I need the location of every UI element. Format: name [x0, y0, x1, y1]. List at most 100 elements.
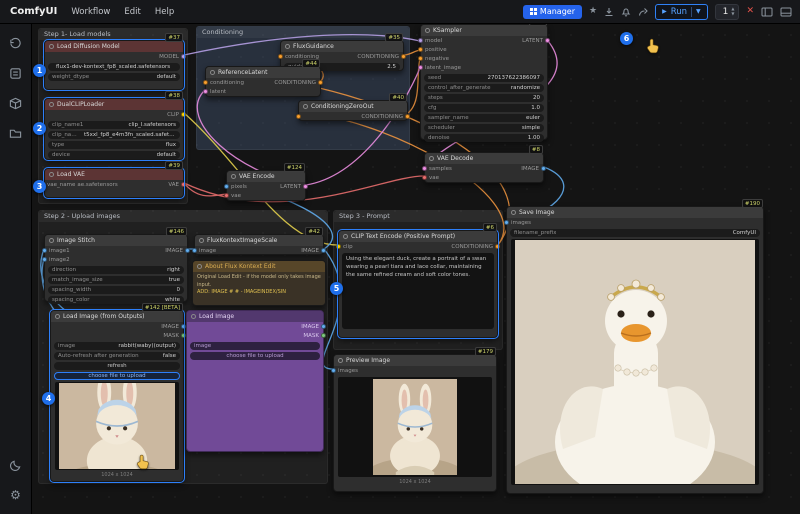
queue-history-icon[interactable] — [5, 32, 27, 54]
vae-input-pin[interactable] — [224, 193, 229, 198]
conditioning-input-pin[interactable] — [278, 54, 283, 59]
conditioning-output-pin[interactable] — [405, 114, 410, 119]
collapse-dot[interactable] — [49, 172, 54, 177]
node-library-folder-icon[interactable] — [5, 122, 27, 144]
batch-count-steppers[interactable]: ▲▼ — [731, 7, 734, 16]
clip-input-pin[interactable] — [336, 244, 341, 249]
collapse-dot[interactable] — [511, 210, 516, 215]
node-load-image-bypassed[interactable]: Load Image IMAGE MASK image choose file … — [186, 310, 324, 452]
node-canvas[interactable]: Step 1- Load models Conditioning Step 2 … — [32, 24, 800, 514]
toggle-panel-left-icon[interactable] — [761, 7, 773, 17]
denoise-widget[interactable]: denoise1.00 — [424, 134, 544, 143]
clip-output-pin[interactable] — [181, 112, 186, 117]
node-save-image[interactable]: #190 Save Image images filename_prefixCo… — [506, 206, 764, 494]
latent-output-pin[interactable] — [545, 38, 550, 43]
prompt-textarea[interactable]: Using the elegant duck, create a portrai… — [342, 253, 494, 329]
images-input-pin[interactable] — [504, 220, 509, 225]
run-options-chevron-icon[interactable]: ▼ — [696, 8, 701, 15]
vae-input-pin[interactable] — [422, 175, 427, 180]
auto-refresh-toggle[interactable]: Auto-refresh after generationfalse — [54, 352, 180, 361]
collapse-dot[interactable] — [191, 314, 196, 319]
app-logo[interactable]: ComfyUI — [10, 6, 57, 17]
menu-workflow[interactable]: Workflow — [71, 7, 110, 17]
conditioning-output-pin[interactable] — [495, 244, 500, 249]
latent-input-pin[interactable] — [203, 89, 208, 94]
spacing-width-widget[interactable]: spacing_width0 — [48, 286, 184, 295]
image-select-widget[interactable]: image — [190, 342, 320, 351]
match-image-size-widget[interactable]: match_image_sizetrue — [48, 276, 184, 285]
notifications-icon[interactable] — [621, 7, 631, 17]
batch-count-input[interactable]: 1 ▲▼ — [715, 4, 740, 20]
group-conditioning-title[interactable]: Conditioning — [197, 27, 409, 38]
collapse-dot[interactable] — [49, 102, 54, 107]
collapse-dot[interactable] — [210, 70, 215, 75]
model-input-pin[interactable] — [418, 38, 423, 43]
collapse-dot[interactable] — [343, 234, 348, 239]
mask-output-pin[interactable] — [321, 333, 326, 338]
vae-name-value[interactable]: ae.safetensors — [77, 182, 117, 188]
node-clip-text-encode-positive[interactable]: #6 CLIP Text Encode (Positive Prompt) cl… — [338, 230, 498, 338]
clear-queue-icon[interactable]: ✕ — [746, 7, 754, 16]
node-dual-clip-loader[interactable]: #38 DualCLIPLoader CLIP clip_name1clip_l… — [44, 98, 184, 160]
collapse-dot[interactable] — [49, 238, 54, 243]
share-icon[interactable] — [638, 7, 648, 17]
choose-file-button[interactable]: choose file to upload — [190, 352, 320, 361]
node-load-diffusion-model[interactable]: #37 Load Diffusion Model MODEL flux1-dev… — [44, 40, 184, 90]
image-output-pin[interactable] — [541, 166, 546, 171]
collapse-dot[interactable] — [338, 358, 343, 363]
node-reference-latent[interactable]: #44 ReferenceLatent conditioningCONDITIO… — [205, 66, 321, 97]
pixels-input-pin[interactable] — [224, 184, 229, 189]
group-step2-title[interactable]: Step 2 - Upload images — [39, 211, 327, 222]
collapse-dot[interactable] — [231, 174, 236, 179]
collapse-dot[interactable] — [197, 264, 202, 269]
conditioning-output-pin[interactable] — [318, 80, 323, 85]
node-load-vae[interactable]: #39 Load VAE vae_nameae.safetensorsVAE — [44, 168, 184, 198]
images-input-pin[interactable] — [331, 368, 336, 373]
image-output-pin[interactable] — [185, 248, 190, 253]
node-vae-encode[interactable]: #124 VAE Encode pixelsLATENT vae — [226, 170, 306, 201]
samples-input-pin[interactable] — [422, 166, 427, 171]
image1-input-pin[interactable] — [42, 248, 47, 253]
clip-name2-widget[interactable]: clip_name2t5xxl_fp8_e4m3fn_scaled.safete… — [48, 131, 180, 140]
toggle-panel-bottom-icon[interactable] — [780, 7, 792, 17]
settings-gear-icon[interactable]: ⚙ — [5, 484, 27, 506]
conditioning-input-pin[interactable] — [296, 114, 301, 119]
control-after-generate-widget[interactable]: control_after_generaterandomize — [424, 84, 544, 93]
direction-widget[interactable]: directionright — [48, 266, 184, 275]
image-select-widget[interactable]: imagerabbit(waby)(output) — [54, 342, 180, 351]
group-step3-title[interactable]: Step 3 - Prompt — [334, 211, 502, 222]
image2-input-pin[interactable] — [42, 257, 47, 262]
filename-prefix-widget[interactable]: filename_prefixComfyUI — [510, 229, 760, 238]
vae-output-pin[interactable] — [181, 182, 186, 187]
workflows-icon[interactable] — [5, 62, 27, 84]
node-conditioning-zero-out[interactable]: #40 ConditioningZeroOut CONDITIONING — [298, 100, 408, 121]
node-flux-kontext-image-scale[interactable]: #42 FluxKontextImageScale imageIMAGE — [194, 234, 324, 255]
choose-file-button[interactable]: choose file to upload — [54, 372, 180, 381]
weight-dtype-widget[interactable]: weight_dtypedefault — [48, 73, 180, 82]
image-output-pin[interactable] — [321, 324, 326, 329]
conditioning-output-pin[interactable] — [401, 54, 406, 59]
unet-name-widget[interactable]: flux1-dev-kontext_fp8_scaled.safetensors — [48, 63, 180, 72]
star-icon[interactable]: ★ — [589, 7, 597, 16]
type-widget[interactable]: typeflux — [48, 141, 180, 150]
collapse-dot[interactable] — [199, 238, 204, 243]
menu-edit[interactable]: Edit — [124, 7, 140, 17]
clip-name1-widget[interactable]: clip_name1clip_l.safetensors — [48, 121, 180, 130]
latent-output-pin[interactable] — [303, 184, 308, 189]
collapse-dot[interactable] — [55, 314, 60, 319]
sampler-name-widget[interactable]: sampler_nameeuler — [424, 114, 544, 123]
model-output-pin[interactable] — [181, 54, 186, 59]
node-vae-decode[interactable]: #8 VAE Decode samplesIMAGE vae — [424, 152, 544, 183]
refresh-button[interactable]: refresh — [54, 362, 180, 371]
seed-widget[interactable]: seed270137622386097 — [424, 74, 544, 83]
collapse-dot[interactable] — [425, 28, 430, 33]
model-library-icon[interactable] — [5, 92, 27, 114]
node-image-stitch[interactable]: #146 Image Stitch image1IMAGE image2 dir… — [44, 234, 188, 302]
cfg-widget[interactable]: cfg1.0 — [424, 104, 544, 113]
run-button[interactable]: ▶ Run ▼ — [655, 4, 708, 20]
collapse-dot[interactable] — [285, 44, 290, 49]
collapse-dot[interactable] — [49, 44, 54, 49]
image-input-pin[interactable] — [192, 248, 197, 253]
node-note-about-flux-kontext-edit[interactable]: About Flux Kontext Edit Original Load Ed… — [192, 260, 326, 306]
node-load-image-from-outputs[interactable]: #142 [BETA] Load Image (from Outputs) IM… — [50, 310, 184, 482]
